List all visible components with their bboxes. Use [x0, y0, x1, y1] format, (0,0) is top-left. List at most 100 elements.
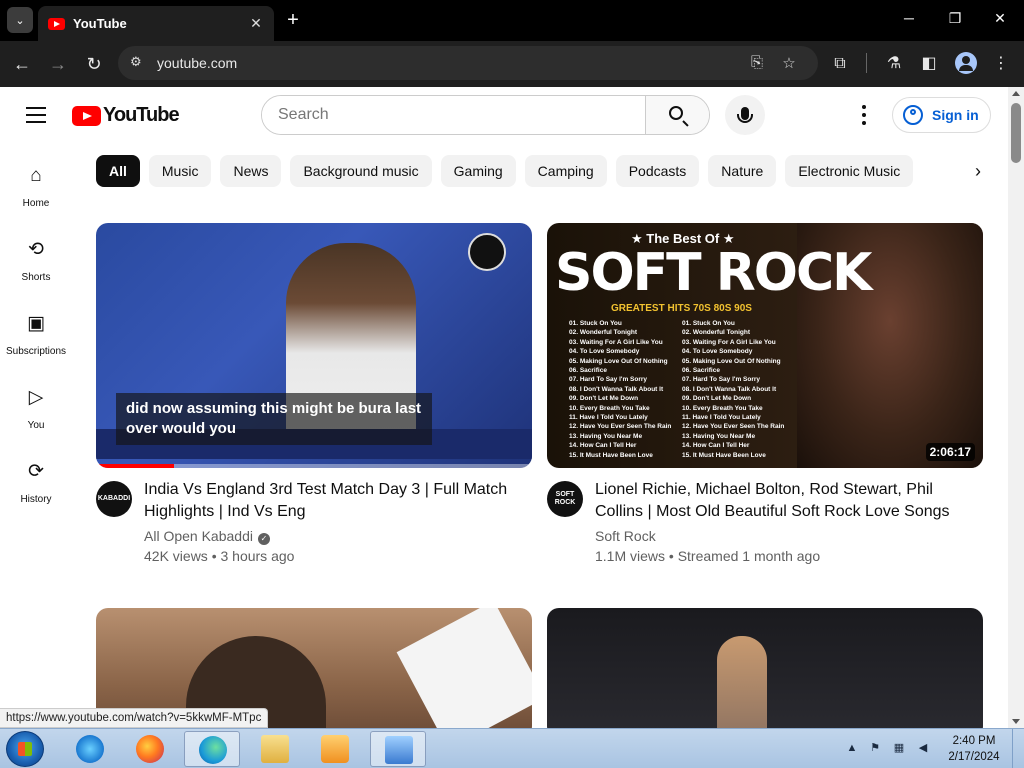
search-box — [261, 95, 710, 135]
youtube-logo-text: YouTube — [103, 104, 180, 126]
channel-watermark-icon — [468, 233, 506, 271]
search-button[interactable] — [645, 96, 709, 134]
chip-podcasts[interactable]: Podcasts — [615, 155, 700, 187]
video-thumbnail[interactable]: did now assuming this might be bura last… — [96, 223, 532, 468]
track-item: 04. To Love Somebody — [682, 348, 753, 356]
chips-next-chevron-icon[interactable]: › — [968, 161, 988, 181]
chip-camping[interactable]: Camping — [524, 155, 607, 187]
track-item: 14. How Can I Tell Her — [682, 442, 750, 450]
tab-search-button[interactable]: ⌄ — [7, 7, 33, 33]
filter-chips: All Music News Background music Gaming Campin… — [96, 155, 956, 187]
sidebar-item-label: Shorts — [21, 272, 51, 283]
track-item: 10. Every Breath You Take — [682, 404, 763, 412]
scrollbar-thumb[interactable] — [1011, 103, 1021, 163]
video-thumbnail[interactable]: ★ The Best Of ★ SOFT ROCK GREATEST HITS … — [547, 223, 983, 468]
minimize-button[interactable]: ─ — [899, 10, 919, 26]
back-arrow-icon[interactable]: ← — [10, 52, 34, 76]
chip-nature[interactable]: Nature — [708, 155, 777, 187]
forward-arrow-icon[interactable]: → — [46, 52, 70, 76]
start-button-windows-icon[interactable] — [6, 731, 44, 767]
you-icon: ▷ — [28, 387, 44, 408]
tab-close-icon[interactable]: ✕ — [248, 15, 264, 32]
scroll-up-arrow-icon[interactable] — [1012, 91, 1020, 96]
taskbar-internet-explorer[interactable] — [62, 731, 118, 767]
thumbnail-image — [396, 608, 532, 728]
track-item: 06. Sacrifice — [569, 367, 607, 375]
site-info-icon[interactable]: ⚙ — [130, 54, 148, 72]
taskbar-remote-desktop[interactable] — [370, 731, 426, 767]
scroll-down-arrow-icon[interactable] — [1012, 719, 1020, 724]
sidebar-item-subscriptions[interactable]: ▣ Subscriptions — [0, 295, 72, 365]
track-item: 14. How Can I Tell Her — [569, 442, 637, 450]
toolbar-separator — [866, 53, 867, 73]
page-scrollbar[interactable] — [1008, 87, 1024, 728]
track-item: 13. Having You Near Me — [569, 432, 643, 440]
shorts-icon: ⟲ — [28, 239, 44, 260]
sidebar-item-label: History — [20, 494, 52, 505]
taskbar-media-player[interactable] — [307, 731, 363, 767]
close-window-button[interactable]: ✕ — [990, 10, 1010, 27]
search-input[interactable] — [262, 96, 645, 134]
bookmark-star-icon[interactable]: ☆ — [780, 54, 798, 72]
chip-background-music[interactable]: Background music — [290, 155, 432, 187]
guide-menu-icon[interactable] — [26, 107, 46, 123]
track-item: 12. Have You Ever Seen The Rain — [682, 423, 785, 431]
browser-tab-youtube[interactable]: YouTube ✕ — [38, 6, 274, 41]
taskbar-firefox[interactable] — [122, 731, 178, 767]
channel-avatar[interactable]: SOFT ROCK — [547, 481, 583, 517]
video-duration-badge: 2:06:17 — [925, 443, 975, 461]
tray-expand-icon[interactable]: ▲ — [845, 741, 859, 755]
firefox-icon — [136, 735, 164, 763]
labs-flask-icon[interactable]: ⚗ — [883, 53, 905, 75]
chip-electronic-music[interactable]: Electronic Music — [785, 155, 914, 187]
chip-all[interactable]: All — [96, 155, 140, 187]
watch-progress-bar — [96, 464, 175, 468]
sidebar-item-history[interactable]: ⟳ History — [0, 443, 72, 513]
taskbar-clock[interactable]: 2:40 PM 2/17/2024 — [940, 733, 1008, 765]
video-title[interactable]: Lionel Richie, Michael Bolton, Rod Stewa… — [595, 479, 975, 523]
extensions-icon[interactable]: ⧉ — [829, 53, 851, 75]
sidebar-item-shorts[interactable]: ⟲ Shorts — [0, 221, 72, 291]
link-status-bar: https://www.youtube.com/watch?v=5kkwMF-M… — [0, 708, 269, 728]
track-item: 09. Don't Let Me Down — [682, 395, 752, 403]
restore-button[interactable]: ❐ — [945, 10, 965, 27]
voice-search-button[interactable] — [725, 95, 765, 135]
track-item: 08. I Don't Wanna Talk About It — [682, 385, 777, 393]
settings-more-icon[interactable] — [855, 105, 873, 125]
video-title[interactable]: India Vs England 3rd Test Match Day 3 | … — [144, 479, 524, 523]
history-icon: ⟳ — [28, 461, 44, 482]
channel-name[interactable]: All Open Kabaddi ✓ — [144, 528, 270, 545]
profile-avatar-icon[interactable] — [955, 52, 977, 74]
action-center-flag-icon[interactable]: ⚑ — [868, 741, 882, 755]
taskbar-edge[interactable] — [184, 731, 240, 767]
side-panel-icon[interactable]: ◧ — [918, 53, 940, 75]
edge-icon — [199, 736, 227, 764]
clock-time: 2:40 PM — [952, 735, 996, 747]
chip-gaming[interactable]: Gaming — [440, 155, 516, 187]
track-item: 15. It Must Have Been Love — [569, 451, 653, 459]
video-thumbnail[interactable] — [547, 608, 983, 728]
volume-muted-icon[interactable]: ◀ — [916, 741, 930, 755]
remote-desktop-icon — [385, 736, 413, 764]
track-item: 02. Wonderful Tonight — [569, 329, 638, 337]
chip-news[interactable]: News — [220, 155, 282, 187]
taskbar-file-explorer[interactable] — [247, 731, 303, 767]
new-tab-button[interactable]: + — [283, 9, 303, 31]
sidebar-item-you[interactable]: ▷ You — [0, 369, 72, 439]
address-bar[interactable]: ⚙ youtube.com ⎘ ☆ — [118, 46, 818, 80]
track-item: 11. Have I Told You Lately — [682, 414, 761, 422]
channel-name[interactable]: Soft Rock — [595, 528, 656, 544]
sidebar-item-home[interactable]: ⌂ Home — [0, 147, 72, 217]
video-caption: did now assuming this might be bura last… — [116, 393, 432, 445]
browser-menu-icon[interactable]: ⋮ — [990, 53, 1012, 75]
network-icon[interactable]: ▦ — [892, 741, 906, 755]
chip-music[interactable]: Music — [148, 155, 212, 187]
track-item: 15. It Must Have Been Love — [682, 451, 766, 459]
channel-avatar[interactable]: KABADDI — [96, 481, 132, 517]
show-desktop-button[interactable] — [1012, 729, 1024, 768]
install-app-icon[interactable]: ⎘ — [748, 54, 766, 72]
reload-icon[interactable]: ↻ — [82, 52, 106, 76]
youtube-page: YouTube Sign in ⌂ Home ⟲ Shorts ▣ Subscr… — [0, 87, 1008, 728]
sign-in-button[interactable]: Sign in — [892, 97, 991, 133]
youtube-logo[interactable]: YouTube — [72, 104, 180, 127]
